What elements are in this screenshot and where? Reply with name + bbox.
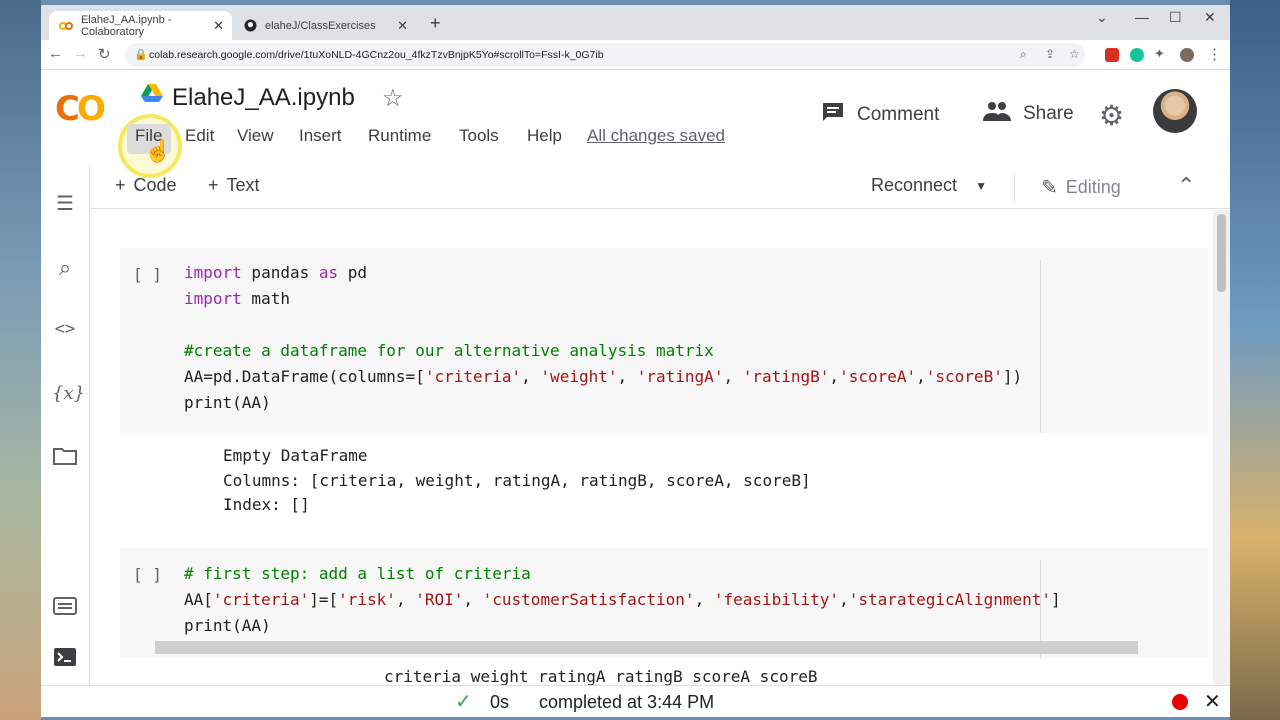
desktop-background-left bbox=[0, 0, 41, 720]
tab-colab-title: ElaheJ_AA.ipynb - Colaboratory bbox=[81, 13, 172, 38]
add-code-label: Code bbox=[133, 175, 177, 195]
bookmark-star-icon[interactable]: ☆ bbox=[1069, 47, 1080, 61]
status-bar: ✓ 0s completed at 3:44 PM ✕ bbox=[41, 685, 1230, 717]
address-bar[interactable]: 🔒 colab.research.google.com/drive/1tuXoN… bbox=[125, 43, 1085, 67]
browser-menu-icon[interactable]: ⋮ bbox=[1207, 45, 1222, 63]
tab-github[interactable]: elaheJ/ClassExercises ✕ bbox=[233, 11, 416, 40]
share-button[interactable]: Share bbox=[983, 101, 1074, 127]
output-line: criteria weight ratingA ratingB scoreA s… bbox=[384, 667, 818, 685]
comment-label: Comment bbox=[857, 104, 940, 125]
maximize-button[interactable]: ☐ bbox=[1169, 9, 1182, 26]
code-snippets-icon[interactable]: <> bbox=[52, 319, 78, 339]
horizontal-scrollbar[interactable] bbox=[155, 641, 1138, 654]
reconnect-label: Reconnect bbox=[871, 175, 958, 195]
run-cell-button[interactable]: [ ] bbox=[133, 265, 162, 284]
vertical-scrollbar[interactable] bbox=[1213, 210, 1230, 685]
back-arrow-icon[interactable]: ← bbox=[48, 45, 63, 62]
browser-window: ElaheJ_AA.ipynb - Colaboratory ✕ elaheJ/… bbox=[41, 5, 1230, 717]
share-people-icon bbox=[983, 101, 1011, 127]
variables-icon[interactable]: {x} bbox=[52, 383, 85, 404]
folder-icon[interactable] bbox=[52, 447, 78, 471]
close-tab-icon[interactable]: ✕ bbox=[213, 18, 224, 34]
notebook-title[interactable]: ElaheJ_AA.ipynb bbox=[172, 84, 355, 112]
scrollbar-thumb[interactable] bbox=[1217, 214, 1226, 292]
record-icon[interactable] bbox=[1172, 694, 1188, 710]
code-cell-1[interactable]: [ ] import pandas as pd import math #cre… bbox=[120, 248, 1208, 433]
notebook-toolbar: + Code + Text Reconnect ▼ ✎ Editing ⌃ bbox=[90, 165, 1230, 209]
cell-1-output: Empty DataFrame Columns: [criteria, weig… bbox=[223, 444, 811, 518]
check-icon: ✓ bbox=[455, 691, 472, 713]
new-tab-button[interactable]: + bbox=[430, 13, 441, 34]
caret-down-icon[interactable]: ▼ bbox=[975, 179, 987, 193]
window-close-button[interactable]: ✕ bbox=[1204, 9, 1216, 26]
tab-github-title: elaheJ/ClassExercises bbox=[265, 19, 376, 32]
menu-insert[interactable]: Insert bbox=[299, 126, 342, 146]
completed-time: completed at 3:44 PM bbox=[539, 692, 715, 712]
plus-icon: + bbox=[115, 175, 126, 195]
close-icon[interactable]: ✕ bbox=[1204, 689, 1221, 714]
gear-icon[interactable]: ⚙ bbox=[1099, 99, 1124, 132]
toc-icon[interactable]: ☰ bbox=[52, 191, 78, 216]
add-text-button[interactable]: + Text bbox=[208, 175, 260, 196]
notebook-area: [ ] import pandas as pd import math #cre… bbox=[91, 210, 1230, 685]
menu-edit[interactable]: Edit bbox=[185, 126, 214, 146]
tab-strip: ElaheJ_AA.ipynb - Colaboratory ✕ elaheJ/… bbox=[41, 5, 1230, 40]
grammarly-icon[interactable] bbox=[1130, 48, 1144, 62]
share-label: Share bbox=[1023, 103, 1074, 124]
menu-runtime[interactable]: Runtime bbox=[368, 126, 431, 146]
pencil-icon: ✎ bbox=[1041, 177, 1058, 199]
close-tab-icon[interactable]: ✕ bbox=[397, 18, 408, 34]
editing-mode-button[interactable]: ✎ Editing bbox=[1041, 175, 1121, 200]
command-palette-icon[interactable] bbox=[52, 597, 78, 621]
share-page-icon[interactable]: ⇪ bbox=[1045, 47, 1055, 61]
chevron-up-icon[interactable]: ⌃ bbox=[1177, 173, 1195, 199]
left-sidebar: ☰ ⌕ <> {x} bbox=[41, 165, 90, 685]
menu-help[interactable]: Help bbox=[527, 126, 562, 146]
comment-icon bbox=[821, 101, 845, 129]
profile-avatar-small[interactable] bbox=[1180, 48, 1194, 62]
add-text-label: Text bbox=[226, 175, 260, 195]
tab-colab[interactable]: ElaheJ_AA.ipynb - Colaboratory ✕ bbox=[49, 11, 232, 40]
execution-duration: 0s bbox=[490, 692, 510, 712]
avatar[interactable] bbox=[1153, 89, 1197, 133]
toolbar-divider bbox=[1014, 173, 1015, 201]
run-cell-button[interactable]: [ ] bbox=[133, 565, 162, 584]
cell-1-source[interactable]: import pandas as pd import math #create … bbox=[184, 260, 1022, 416]
colab-logo[interactable]: CO bbox=[55, 89, 106, 129]
puzzle-extensions-icon[interactable]: ✦ bbox=[1154, 46, 1168, 61]
mouse-cursor-icon: ☝ bbox=[144, 138, 172, 163]
navigation-bar: ← → ↻ 🔒 colab.research.google.com/drive/… bbox=[41, 40, 1230, 70]
minimize-button[interactable]: — bbox=[1135, 9, 1149, 25]
editing-label: Editing bbox=[1065, 177, 1121, 197]
colab-icon bbox=[59, 19, 73, 33]
reconnect-button[interactable]: Reconnect ▼ bbox=[871, 175, 987, 196]
output-line: Columns: [criteria, weight, ratingA, rat… bbox=[223, 470, 811, 490]
comment-button[interactable]: Comment bbox=[821, 101, 939, 129]
cell-2-source[interactable]: # first step: add a list of criteria AA[… bbox=[184, 561, 1061, 639]
save-status-link[interactable]: All changes saved bbox=[587, 126, 725, 146]
output-line: Index: [] bbox=[223, 495, 310, 514]
search-icon[interactable]: ⌕ bbox=[52, 255, 78, 281]
desktop-background-right bbox=[1230, 0, 1280, 720]
url-text: colab.research.google.com/drive/1tuXoNLD… bbox=[149, 49, 604, 61]
lock-icon: 🔒 bbox=[134, 49, 148, 61]
zoom-icon[interactable]: ⌕ bbox=[1020, 47, 1027, 62]
cell-2-output: criteria weight ratingA ratingB scoreA s… bbox=[384, 665, 817, 685]
output-line: Empty DataFrame bbox=[223, 446, 368, 465]
add-code-button[interactable]: + Code bbox=[115, 175, 177, 196]
drive-icon[interactable] bbox=[141, 83, 163, 103]
terminal-icon[interactable] bbox=[52, 647, 78, 673]
plus-icon: + bbox=[208, 175, 219, 195]
menu-view[interactable]: View bbox=[237, 126, 274, 146]
extension-icon[interactable] bbox=[1105, 48, 1119, 62]
reload-icon[interactable]: ↻ bbox=[98, 45, 111, 63]
menu-tools[interactable]: Tools bbox=[459, 126, 499, 146]
github-icon bbox=[243, 19, 257, 33]
star-icon[interactable]: ☆ bbox=[382, 84, 404, 113]
tab-search-chevron-icon[interactable]: ⌄ bbox=[1096, 9, 1108, 26]
ruler-line bbox=[1040, 260, 1041, 433]
forward-arrow-icon[interactable]: → bbox=[73, 45, 88, 62]
